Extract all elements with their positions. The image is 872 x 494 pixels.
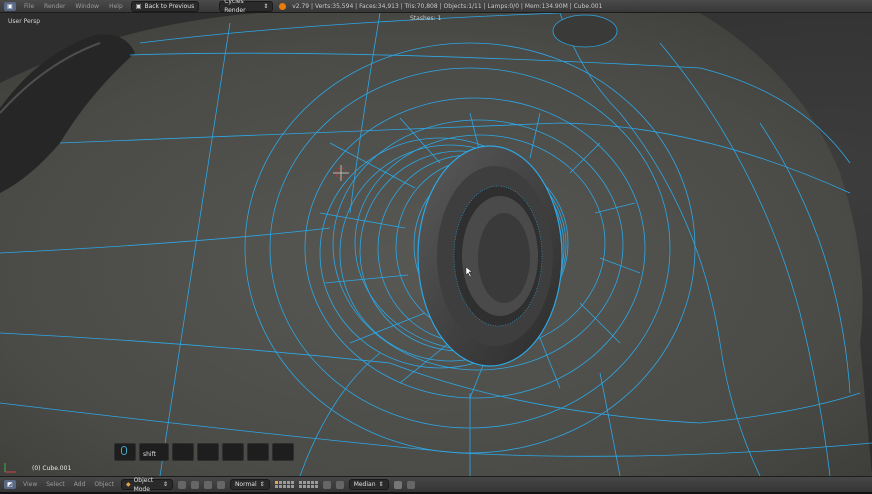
mouse-icon [121,446,127,455]
editor-type-icon[interactable]: ◩ [4,480,16,489]
3d-viewport[interactable]: User Persp Stashes: 1 (0) Cube.001 shift [0,13,872,476]
port-assembly [417,145,563,367]
mode-label: Object Mode [133,476,154,493]
layer-grid-icon[interactable] [274,481,294,488]
stashes-label: Stashes: [410,15,436,22]
render-engine-select[interactable]: Cycles Render ⇕ [219,0,274,14]
menu-object[interactable]: Object [92,481,116,488]
render-icon[interactable] [393,480,402,489]
blender-logo [279,2,287,10]
key-slot-empty [272,443,294,461]
mode-icon: ◆ [125,481,131,488]
menu-select[interactable]: Select [44,481,67,488]
scene-stats: v2.79 | Verts:35,594 | Faces:34,913 | Tr… [292,2,603,10]
active-object-label: (0) Cube.001 [32,465,72,472]
menu-window[interactable]: Window [73,3,101,10]
menu-view[interactable]: View [21,481,39,488]
pivot-icon[interactable] [190,480,199,489]
editor-type-icon[interactable]: ▣ [4,1,16,11]
manipulator-icon[interactable] [203,480,212,489]
orientation-select[interactable]: Normal ⇕ [229,479,270,490]
port-plug-face [478,213,530,303]
menu-file[interactable]: File [22,3,36,10]
key-slot-empty [247,443,269,461]
viewport-canvas [0,13,872,476]
transform-pivot-label: Median [353,481,376,488]
key-label: shift [143,451,156,458]
key-slot-empty [197,443,219,461]
back-to-previous-label: Back to Previous [144,2,195,10]
orientation-label: Normal [234,481,257,488]
back-to-previous-button[interactable]: ▣ Back to Previous [130,0,200,12]
shading-icon[interactable] [177,480,186,489]
menu-help[interactable]: Help [107,3,125,10]
chevron-icon: ⇕ [259,481,265,488]
chevron-icon: ⇕ [162,481,168,488]
key-slot-empty [222,443,244,461]
snap-icon[interactable] [322,480,331,489]
menu-render[interactable]: Render [42,3,67,10]
info-header: ▣ File Render Window Help ▣ Back to Prev… [0,0,872,14]
key-slot-shift: shift [139,443,169,461]
back-icon: ▣ [135,2,142,10]
axis-gizmo [4,463,16,473]
transform-icon[interactable] [216,480,225,489]
chevron-icon: ⇕ [378,481,384,488]
stashes-count: 1 [437,15,442,22]
key-slot-empty [172,443,194,461]
mode-select[interactable]: ◆ Object Mode ⇕ [120,477,173,493]
snap-element-select[interactable]: Median ⇕ [348,479,389,490]
proportional-icon[interactable] [335,480,344,489]
key-slot-mouse [114,443,136,461]
chevron-icon: ⇕ [263,2,269,10]
view-label: User Persp [8,18,41,25]
camera-icon[interactable] [406,480,415,489]
3d-view-header: ◩ View Select Add Object ◆ Object Mode ⇕… [0,476,872,493]
stashes-indicator: Stashes: 1 [410,15,441,22]
menu-add[interactable]: Add [72,481,88,488]
screencast-keys-hud: shift [114,443,294,461]
layer-grid-icon[interactable] [298,481,318,488]
